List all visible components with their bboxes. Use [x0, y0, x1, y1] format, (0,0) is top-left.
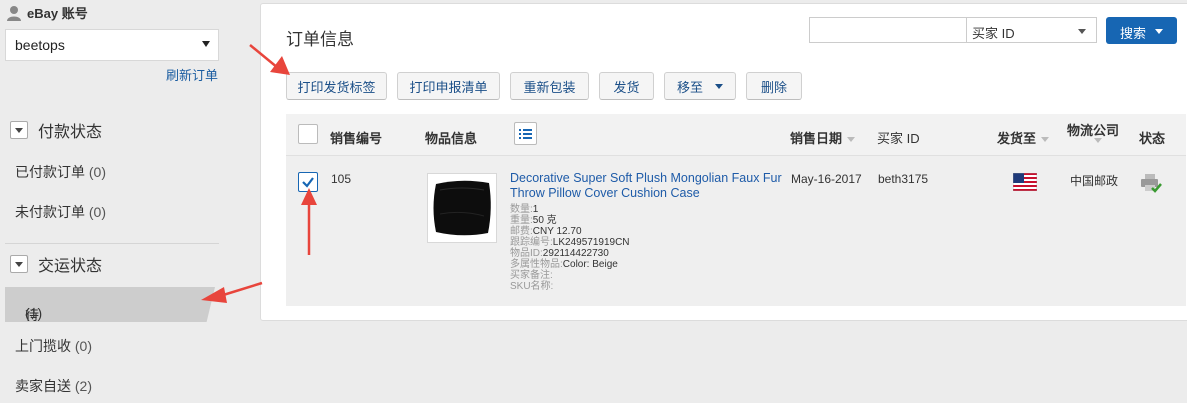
search-input[interactable] [809, 17, 967, 43]
col-ship-to-label: 发货至 [997, 131, 1037, 146]
sidebar-item-count: (2) [74, 378, 93, 394]
pillow-image [433, 180, 491, 236]
sort-icon [1094, 138, 1102, 143]
user-icon [7, 5, 21, 21]
detail-label: 数量: [510, 204, 533, 215]
account-select[interactable]: beetops [5, 29, 219, 61]
sidebar-item-pickup[interactable]: 上门揽收 (0) [15, 336, 92, 356]
sidebar-item-label: 卖家自送 [15, 378, 71, 394]
item-details: 数量:1 重量:50 克 邮费:CNY 12.70 跟踪编号:LK2495719… [510, 204, 630, 292]
account-label: eBay 账号 [27, 6, 88, 21]
col-ship-to[interactable]: 发货至 [997, 128, 1050, 147]
print-shipping-label-button[interactable]: 打印发货标签 [286, 72, 387, 100]
item-thumbnail[interactable] [427, 173, 497, 243]
sidebar-item-count: (0) [74, 338, 93, 354]
refresh-orders-link[interactable]: 刷新订单 [166, 65, 218, 84]
page-title: 订单信息 [286, 30, 354, 49]
account-value: beetops [15, 37, 65, 53]
shipping-status-header[interactable]: 交运状态 [10, 252, 102, 276]
col-sale-date-label: 销售日期 [790, 131, 843, 146]
sidebar-item-label: 已付款订单 [15, 164, 85, 180]
annotation-arrow-sidebar [201, 281, 263, 303]
sidebar-item-label: 未付款订单 [15, 204, 85, 220]
payment-status-title: 付款状态 [38, 124, 103, 141]
sidebar-item-count: (1) [25, 305, 43, 321]
chevron-down-icon [202, 41, 210, 47]
order-panel: 订单信息 买家 ID 搜索 打印发货标签 打印申报清单 重新包装 发货 移至 删… [260, 3, 1187, 321]
col-status: 状态 [1139, 131, 1166, 146]
select-all-checkbox[interactable] [298, 124, 318, 144]
detail-label: SKU名称: [510, 281, 554, 292]
detail-value: LK249571919CN [552, 237, 630, 248]
col-sale-date[interactable]: 销售日期 [790, 128, 856, 147]
col-carrier[interactable]: 物流公司 [1067, 120, 1120, 143]
shipping-status-title: 交运状态 [38, 258, 103, 275]
detail-value: CNY 12.70 [532, 226, 582, 237]
ship-button[interactable]: 发货 [599, 72, 654, 100]
detail-label: 邮费: [510, 226, 533, 237]
sale-date: May-16-2017 [791, 172, 862, 186]
buyer-id: beth3175 [878, 172, 929, 186]
detail-label: 物品ID: [510, 248, 543, 259]
sidebar-item-count: (0) [88, 164, 107, 180]
chevron-down-icon [1078, 29, 1086, 34]
col-carrier-label: 物流公司 [1067, 123, 1120, 138]
move-to-button[interactable]: 移至 [664, 72, 736, 100]
delete-button[interactable]: 删除 [746, 72, 802, 100]
list-view-icon[interactable] [514, 122, 537, 145]
move-to-label: 移至 [676, 79, 703, 95]
sidebar-item-awaiting-shipment[interactable]: 待交运 (1) [5, 287, 215, 322]
account-header: eBay 账号 [6, 3, 88, 22]
carrier: 中国邮政 [1070, 174, 1119, 188]
col-sale-no: 销售编号 [330, 131, 383, 146]
chevron-down-icon [1155, 29, 1163, 34]
detail-label: 跟踪编号: [510, 237, 553, 248]
sale-no: 105 [331, 172, 352, 186]
col-buyer-id: 买家 ID [877, 131, 920, 146]
detail-value: 292114422730 [542, 248, 609, 259]
table-header: 销售编号 物品信息 销售日期 买家 ID 发货至 物流公司 状态 [286, 114, 1186, 156]
detail-value: Color: Beige [562, 259, 618, 270]
sidebar-item-count: (0) [88, 204, 107, 220]
payment-status-header[interactable]: 付款状态 [10, 118, 102, 142]
search-button[interactable]: 搜索 [1106, 17, 1177, 44]
detail-label: 多属性物品: [510, 259, 563, 270]
search-type-select[interactable]: 买家 ID [966, 17, 1097, 43]
collapse-icon[interactable] [10, 121, 28, 139]
collapse-icon[interactable] [10, 255, 28, 273]
sort-icon [1041, 137, 1050, 143]
col-item-info: 物品信息 [425, 131, 478, 146]
item-title-link[interactable]: Decorative Super Soft Plush Mongolian Fa… [510, 171, 785, 201]
chevron-down-icon [715, 83, 723, 89]
search-type-value: 买家 ID [972, 26, 1015, 41]
annotation-arrow-toolbar [249, 44, 290, 75]
sidebar: eBay 账号 beetops 刷新订单 付款状态 已付款订单 (0) 未付款订… [0, 0, 228, 403]
print-declaration-button[interactable]: 打印申报清单 [397, 72, 500, 100]
printer-check-icon[interactable] [1139, 172, 1163, 194]
sidebar-item-paid[interactable]: 已付款订单 (0) [15, 162, 106, 182]
us-flag-icon [1013, 173, 1037, 191]
detail-label: 重量: [510, 215, 533, 226]
repack-button[interactable]: 重新包装 [510, 72, 589, 100]
detail-label: 买家备注: [510, 270, 553, 281]
detail-value: 50 克 [532, 215, 557, 226]
detail-value: 1 [532, 204, 539, 215]
annotation-arrow-checkbox [301, 188, 317, 255]
search-button-label: 搜索 [1120, 26, 1147, 41]
table-row: 105 Decorative Super Soft Plush Mongolia… [286, 156, 1186, 306]
sidebar-divider [5, 243, 219, 244]
sidebar-item-self-delivery[interactable]: 卖家自送 (2) [15, 376, 92, 396]
sidebar-item-label: 上门揽收 [15, 338, 71, 354]
sidebar-item-unpaid[interactable]: 未付款订单 (0) [15, 202, 106, 222]
sort-icon [847, 137, 856, 143]
